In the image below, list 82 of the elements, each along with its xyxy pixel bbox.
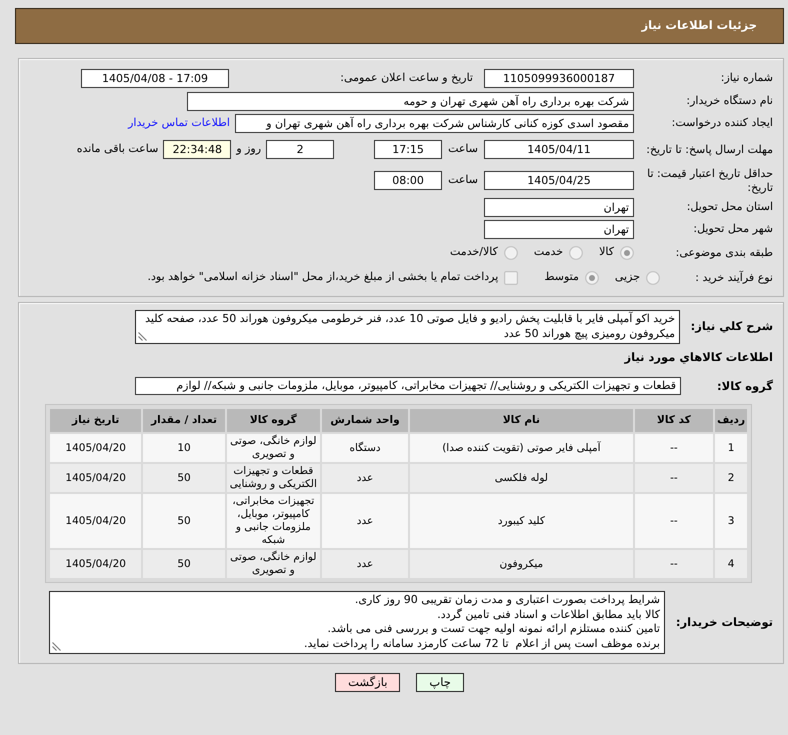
table-cell: لوازم خانگی، صوتی و تصویری (226, 550, 320, 578)
table-cell: قطعات و تجهیزات الکتریکی و روشنایی (226, 464, 320, 492)
column-header: کد کالا (634, 409, 714, 432)
price-validity-label: حداقل تاریخ اعتبار قیمت: تا تاریخ: (646, 166, 773, 194)
table-cell: دستگاه (322, 434, 408, 462)
option-label: خدمت (534, 244, 564, 260)
province-field[interactable]: تهران (484, 198, 634, 216)
column-header: نام کالا (410, 409, 633, 432)
table-cell: 1405/04/20 (50, 550, 142, 578)
treasury-payment-label: پرداخت تمام یا بخشی از مبلغ خرید،از محل "اسناد خزانه اسلامی" خواهد بود. (148, 269, 498, 286)
option-label: جزیی (614, 269, 640, 286)
option-label: کالا/خدمت (450, 244, 498, 260)
city-label: شهر محل تحویل: (692, 222, 773, 236)
table-cell: عدد (322, 494, 408, 548)
option-label: کالا (599, 244, 614, 260)
resize-grip-icon[interactable] (52, 642, 61, 652)
table-cell: -- (634, 434, 714, 462)
time-label: ساعت (448, 141, 478, 158)
table-cell: 1405/04/20 (50, 464, 142, 492)
table-cell: 4 (715, 550, 747, 578)
table-cell: -- (634, 550, 714, 578)
contact-info-link[interactable]: اطلاعات تماس خریدار (128, 114, 230, 132)
table-cell: 50 (143, 550, 225, 578)
remaining-time-field[interactable]: 22:34:48 (163, 140, 232, 159)
announce-date-label: تاریخ و ساعت اعلان عمومی: (339, 70, 473, 86)
column-header: واحد شمارش (322, 409, 408, 432)
days-field[interactable]: 2 (266, 140, 334, 159)
back-button[interactable]: بازگشت (335, 673, 400, 692)
province-label: استان محل تحویل: (686, 200, 773, 214)
table-cell: عدد (322, 464, 408, 492)
reply-time-field[interactable]: 17:15 (374, 140, 442, 159)
need-number-field[interactable]: 1105099936000187 (484, 68, 634, 88)
table-cell: آمپلی فایر صوتی (تقویت کننده صدا) (410, 434, 633, 462)
buyer-org-field[interactable]: شرکت بهره برداری راه آهن شهری تهران و حومه (187, 92, 634, 110)
table-cell: -- (634, 494, 714, 548)
table-cell: 3 (715, 494, 747, 548)
table-cell: 50 (143, 494, 225, 548)
summary-textarea[interactable]: خرید اکو آمپلی فایر با قابلیت پخش رادیو و فایل صوتی 10 عدد، فنر خرطومی میکروفون هوراند 50 عدد، صفحه کلید میکروفون رومیزی پیچ هوراند 50 عدد (135, 310, 680, 344)
summary-label: شرح کلي نیاز: (690, 318, 773, 336)
buyer-org-label: نام دستگاه خریدار: (685, 94, 773, 108)
resize-grip-icon[interactable] (138, 332, 147, 341)
table-cell: 50 (143, 464, 225, 492)
goods-group-label: گروه کالا: (716, 378, 773, 395)
table-cell: 1405/04/20 (50, 434, 142, 462)
table-cell: -- (634, 464, 714, 492)
table-cell: 10 (143, 434, 225, 462)
table-cell: کلید کیبورد (410, 494, 633, 548)
column-header: تاریخ نیاز (50, 409, 142, 432)
print-button[interactable]: چاپ (416, 673, 464, 692)
table-cell: 1405/04/20 (50, 494, 142, 548)
column-header: تعداد / مقدار (143, 409, 225, 432)
requester-label: ایجاد کننده درخواست: (670, 116, 773, 130)
table-cell: لوله فلکسی (410, 464, 633, 492)
purchase-process-label: نوع فرآیند خرید : (694, 270, 773, 284)
goods-group-field[interactable]: قطعات و تجهیزات الکتریکی و روشنایی// تجهیزات مخابراتی، کامپیوتر، موبایل، ملزومات جانبی و شبکه// لوازم (135, 377, 681, 396)
remaining-time-label: ساعت باقی مانده (76, 141, 158, 158)
time-label: ساعت (448, 172, 478, 188)
table-cell: 2 (715, 464, 747, 492)
option-label: متوسط (544, 269, 579, 286)
column-header: گروه کالا (226, 409, 320, 432)
validity-time-field[interactable]: 08:00 (374, 171, 442, 190)
goods-section-title: اطلاعات کالاهاي مورد نیاز (623, 349, 773, 366)
days-label: روز و (236, 141, 262, 158)
reply-deadline-label: مهلت ارسال پاسخ: تا تاریخ: (645, 142, 773, 156)
buyer-notes-textarea[interactable] (49, 591, 665, 654)
announce-date-field[interactable]: 1405/04/08 - 17:09 (81, 68, 229, 88)
summary-text: خرید اکو آمپلی فایر با قابلیت پخش رادیو و فایل صوتی 10 عدد، فنر خرطومی میکروفون هوراند 50 عدد، صفحه کلید میکروفون رومیزی پیچ هوراند 50 عدد (145, 312, 675, 340)
page-title: جزئیات اطلاعات نیاز (641, 17, 757, 34)
reply-date-field[interactable]: 1405/04/11 (484, 140, 634, 159)
requester-field[interactable]: مقصود اسدی کوزه کنانی کارشناس شرکت بهره برداری راه آهن شهری تهران و (235, 114, 634, 132)
table-cell: میکروفون (410, 550, 633, 578)
buyer-notes-text: شرایط پرداخت بصورت اعتباری و مدت زمان تقریبی 90 روز کاری. کالا باید مطابق اطلاعات و اسناد فنی تامین گردد. تامین کننده مستلزم ارائه نمونه اولیه جهت تست و بررسی فنی می باشد. برنده موظف است پس از اعلام تا 72 ساعت کارمزد سامانه را پرداخت نماید. (304, 593, 660, 650)
column-header: ردیف (715, 409, 747, 432)
table-cell: تجهیزات مخابراتی، کامپیوتر، موبایل، ملزومات جانبی و شبکه (226, 494, 320, 548)
need-number-label: شماره نیاز: (720, 71, 773, 85)
validity-date-field[interactable]: 1405/04/25 (484, 171, 634, 190)
table-cell: 1 (715, 434, 747, 462)
category-label: طبقه بندی موضوعی: (674, 246, 773, 260)
table-cell: لوازم خانگی، صوتی و تصویری (226, 434, 320, 462)
city-field[interactable]: تهران (484, 220, 634, 238)
table-cell: عدد (322, 550, 408, 578)
buyer-notes-label: توضیحات خریدار: (674, 614, 773, 632)
